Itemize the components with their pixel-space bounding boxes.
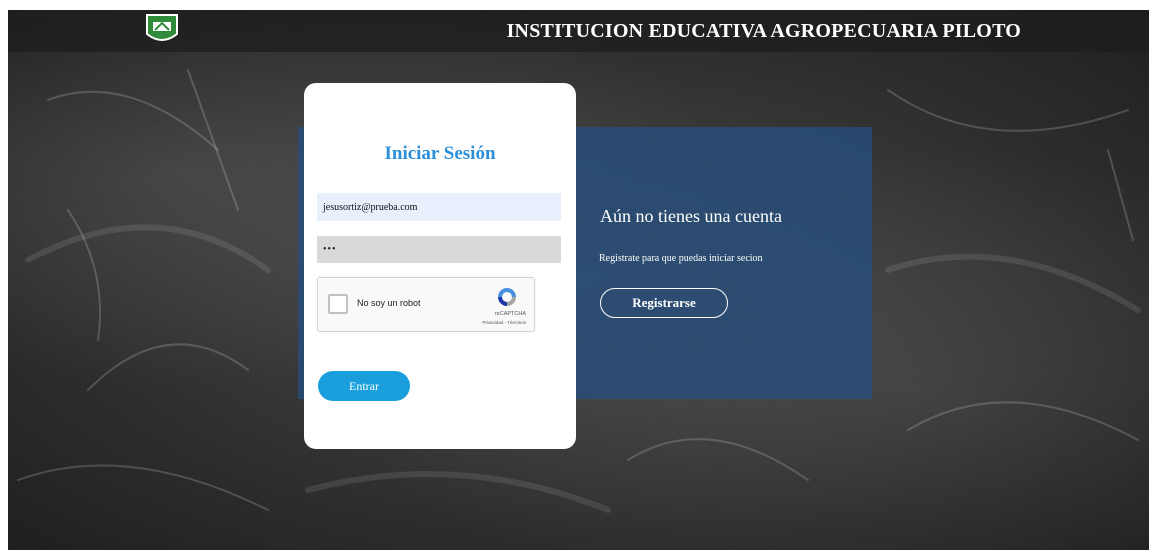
- register-button[interactable]: Registrarse: [600, 288, 728, 318]
- recaptcha-widget: No soy un robot reCAPTCHA Privacidad - T…: [317, 277, 535, 332]
- shield-icon: [146, 14, 178, 41]
- recaptcha-label: No soy un robot: [357, 298, 421, 308]
- login-button[interactable]: Entrar: [318, 371, 410, 401]
- recaptcha-links[interactable]: Privacidad - Términos: [482, 320, 526, 325]
- recaptcha-checkbox[interactable]: [328, 294, 348, 314]
- register-title: Aún no tienes una cuenta: [600, 206, 782, 226]
- password-field[interactable]: •••: [317, 236, 561, 263]
- register-description: Registrate para que puedas iniciar secio…: [599, 253, 763, 264]
- chalkboard-background: INSTITUCION EDUCATIVA AGROPECUARIA PILOT…: [8, 10, 1149, 550]
- email-field[interactable]: jesusortiz@prueba.com: [317, 193, 561, 221]
- recaptcha-brand: reCAPTCHA: [494, 311, 526, 317]
- recaptcha-logo-icon: [498, 288, 516, 306]
- top-header-bar: INSTITUCION EDUCATIVA AGROPECUARIA PILOT…: [8, 10, 1149, 52]
- school-shield-logo: [144, 12, 180, 46]
- site-title: INSTITUCION EDUCATIVA AGROPECUARIA PILOT…: [506, 20, 1021, 42]
- login-title: Iniciar Sesión: [384, 143, 496, 164]
- login-card: Iniciar Sesión jesusortiz@prueba.com •••…: [304, 83, 576, 449]
